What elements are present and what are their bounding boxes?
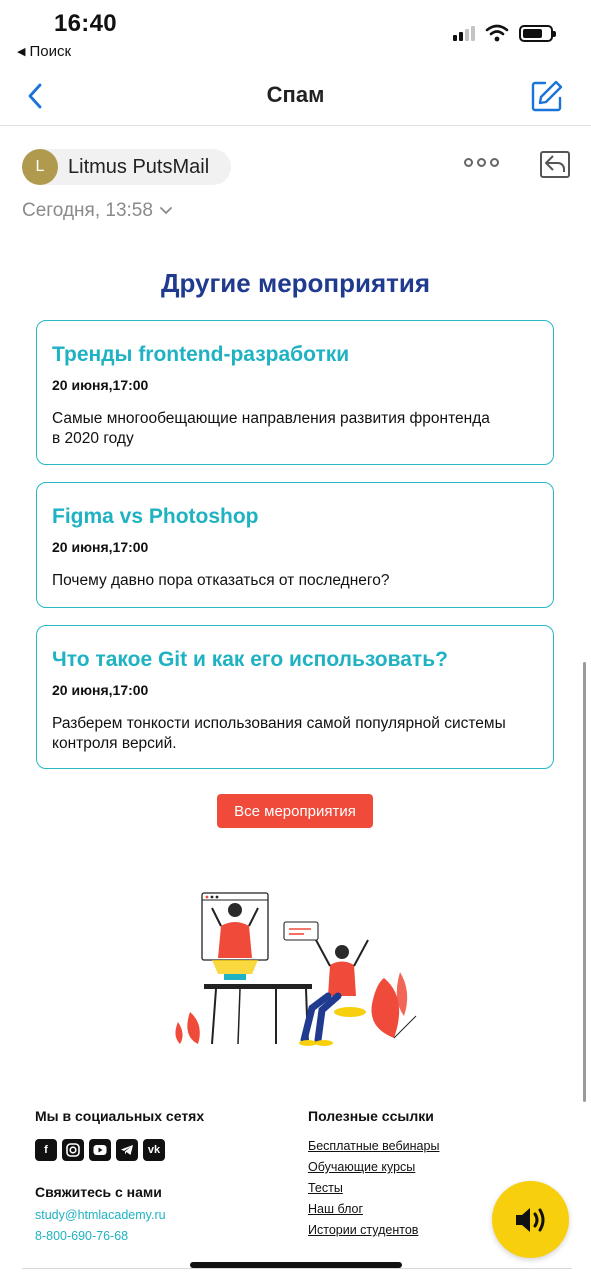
social-heading: Мы в социальных сетях: [35, 1108, 205, 1124]
links-heading: Полезные ссылки: [308, 1108, 434, 1124]
event-card[interactable]: Что такое Git и как его использовать? 20…: [36, 625, 554, 769]
section-title: Другие мероприятия: [160, 268, 431, 298]
event-description-line: Самые многообещающие направления развити…: [52, 410, 490, 427]
vk-icon[interactable]: vk: [143, 1139, 165, 1161]
link-courses[interactable]: Обучающие курсы: [308, 1160, 439, 1175]
link-webinars[interactable]: Бесплатные вебинары: [308, 1139, 439, 1154]
nav-bar: Спам: [0, 68, 591, 126]
chevron-down-icon: [160, 207, 172, 215]
event-description: Самые многообещающие направления развити…: [52, 409, 538, 449]
page-title: Спам: [266, 82, 325, 107]
home-indicator[interactable]: [190, 1262, 402, 1268]
event-title[interactable]: Тренды frontend-разработки: [52, 343, 538, 367]
sender-chip[interactable]: L Litmus PutsMail: [22, 149, 232, 185]
avatar: L: [22, 149, 58, 185]
event-description: Почему давно пора отказаться от последне…: [52, 571, 538, 591]
event-description-line: контроля версий.: [52, 735, 177, 752]
event-date: 20 июня,17:00: [52, 377, 149, 393]
status-back-link[interactable]: ◀ Поиск: [17, 43, 71, 60]
event-description: Разберем тонкости использования самой по…: [52, 714, 538, 754]
status-time: 16:40: [54, 10, 117, 37]
event-title[interactable]: Figma vs Photoshop: [52, 505, 538, 529]
event-title[interactable]: Что такое Git и как его использовать?: [52, 648, 538, 672]
contact-heading: Свяжитесь с нами: [35, 1184, 162, 1200]
event-description-line: Разберем тонкости использования самой по…: [52, 715, 506, 732]
sender-name: Litmus PutsMail: [68, 155, 210, 178]
scrollbar[interactable]: [583, 662, 586, 1102]
reply-icon[interactable]: [538, 146, 572, 180]
event-description-line: Почему давно пора отказаться от последне…: [52, 572, 390, 589]
contact-phone[interactable]: 8-800-690-76-68: [35, 1229, 128, 1243]
message-date-text: Сегодня, 13:58: [22, 200, 153, 221]
youtube-icon[interactable]: [89, 1139, 111, 1161]
message-date[interactable]: Сегодня, 13:58: [22, 200, 173, 222]
mail-screen: 16:40 ◀ Поиск Спам L Litmus PutsMail Сег…: [0, 0, 591, 1280]
event-date: 20 июня,17:00: [52, 682, 149, 698]
audio-button[interactable]: [492, 1181, 569, 1258]
useful-links: Бесплатные вебинары Обучающие курсы Тест…: [308, 1139, 439, 1244]
back-triangle-icon: ◀: [17, 46, 26, 58]
event-date: 20 июня,17:00: [52, 539, 149, 555]
telegram-icon[interactable]: [116, 1139, 138, 1161]
cellular-signal-icon: [453, 25, 475, 41]
facebook-icon[interactable]: f: [35, 1139, 57, 1161]
contact-email[interactable]: study@htmlacademy.ru: [35, 1208, 166, 1222]
event-card[interactable]: Тренды frontend-разработки 20 июня,17:00…: [36, 320, 554, 465]
social-icons: f vk: [35, 1139, 165, 1161]
battery-icon: [519, 24, 556, 42]
footer-divider: [22, 1268, 572, 1269]
all-events-button[interactable]: Все мероприятия: [217, 794, 373, 828]
more-options-icon[interactable]: [464, 158, 499, 167]
link-tests[interactable]: Тесты: [308, 1181, 439, 1196]
link-stories[interactable]: Истории студентов: [308, 1223, 439, 1238]
link-blog[interactable]: Наш блог: [308, 1202, 439, 1217]
event-description-line: в 2020 году: [52, 430, 134, 447]
instagram-icon[interactable]: [62, 1139, 84, 1161]
status-icons: [453, 24, 556, 42]
event-card[interactable]: Figma vs Photoshop 20 июня,17:00 Почему …: [36, 482, 554, 608]
status-back-label: Поиск: [29, 43, 72, 60]
webinar-illustration: [175, 892, 417, 1046]
wifi-icon: [485, 24, 509, 42]
compose-icon[interactable]: [529, 78, 565, 114]
speaker-icon: [515, 1207, 544, 1232]
